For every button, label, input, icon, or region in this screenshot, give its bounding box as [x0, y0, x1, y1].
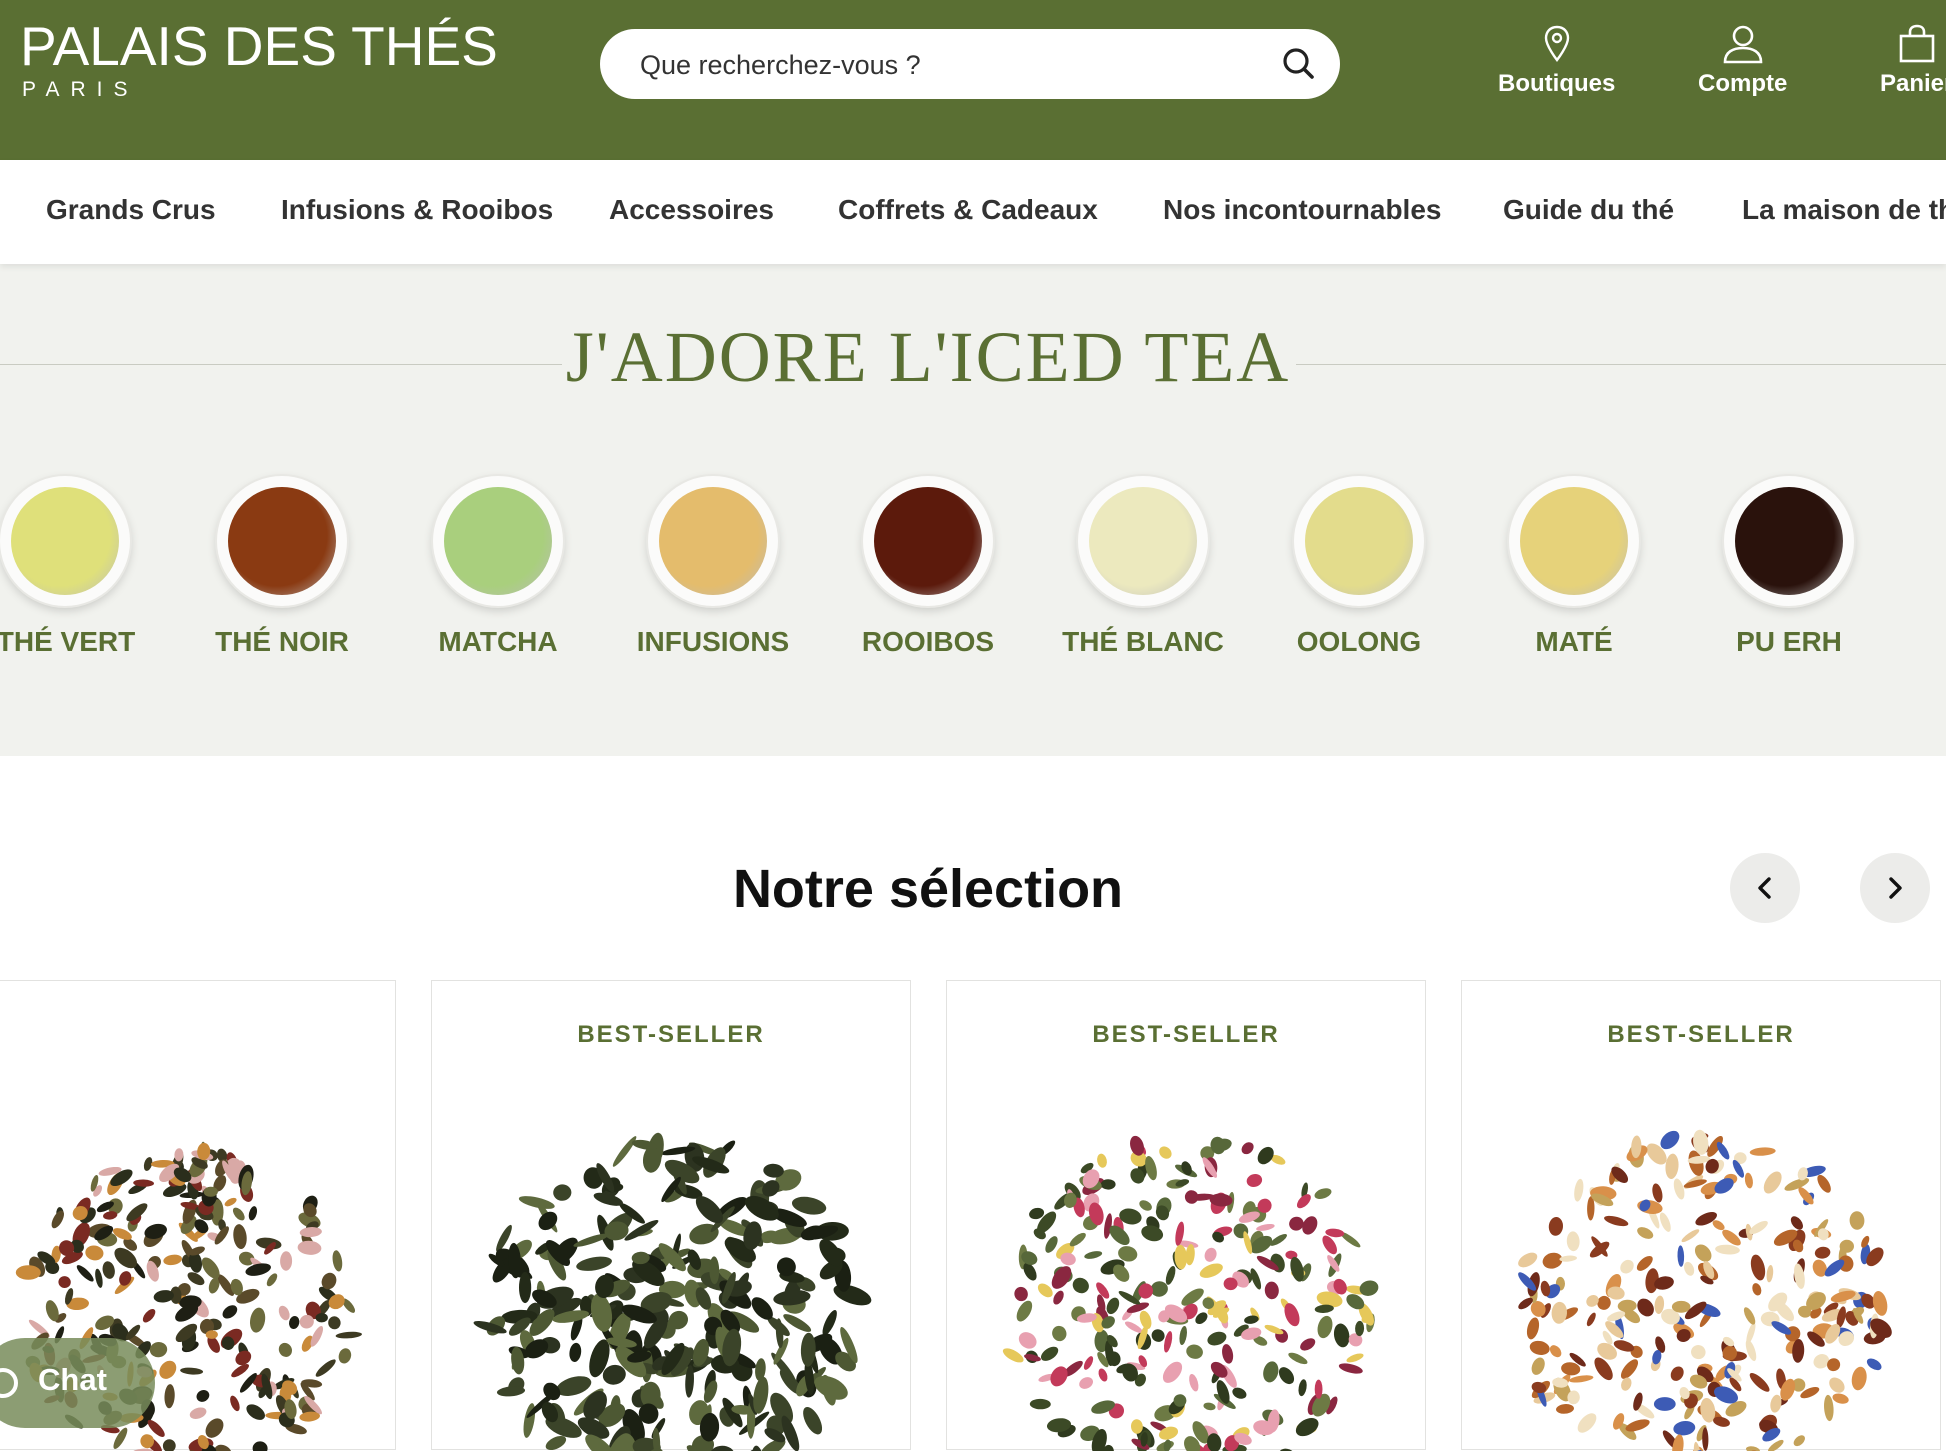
product-image	[967, 1081, 1407, 1451]
carousel-prev-button[interactable]	[1730, 853, 1800, 923]
nav-infusions-rooibos[interactable]: Infusions & Rooibos	[281, 194, 553, 226]
main-nav: Grands Crus Infusions & Rooibos Accessoi…	[0, 160, 1946, 264]
tea-liquid	[11, 487, 119, 595]
selection-title: Notre sélection	[0, 858, 1856, 920]
chat-button[interactable]: Chat	[0, 1338, 155, 1428]
product-badge: BEST-SELLER	[1462, 1021, 1940, 1049]
shopping-bag-icon	[1897, 24, 1937, 64]
account-link[interactable]: Compte	[1698, 24, 1787, 98]
category-matcha[interactable]: MATCHA	[388, 626, 608, 658]
cup-the-noir[interactable]	[217, 476, 347, 606]
category-infusions[interactable]: INFUSIONS	[603, 626, 823, 658]
brand-logo[interactable]: PALAIS DES THÉS PARIS	[20, 14, 498, 102]
cup-the-vert[interactable]	[0, 476, 130, 606]
user-icon	[1721, 24, 1765, 64]
cup-the-blanc[interactable]	[1078, 476, 1208, 606]
tea-liquid	[444, 487, 552, 595]
iced-tea-title: J'ADORE L'ICED TEA	[0, 316, 1856, 399]
category-pu-erh[interactable]: PU ERH	[1679, 626, 1899, 658]
cup-matcha[interactable]	[433, 476, 563, 606]
cart-link[interactable]: Panier	[1880, 24, 1946, 98]
search-icon	[1280, 45, 1318, 83]
category-rooibos[interactable]: ROOIBOS	[818, 626, 1038, 658]
cup-oolong[interactable]	[1294, 476, 1424, 606]
chevron-right-icon	[1882, 875, 1908, 901]
map-pin-icon	[1542, 24, 1572, 64]
chevron-left-icon	[1752, 875, 1778, 901]
account-label: Compte	[1698, 70, 1787, 97]
tea-liquid	[874, 487, 982, 595]
nav-guide-du-the[interactable]: Guide du thé	[1503, 194, 1674, 226]
nav-incontournables[interactable]: Nos incontournables	[1163, 194, 1441, 226]
tea-liquid	[1305, 487, 1413, 595]
category-oolong[interactable]: OOLONG	[1249, 626, 1469, 658]
cup-pu-erh[interactable]	[1724, 476, 1854, 606]
product-image	[452, 1081, 892, 1451]
category-the-vert[interactable]: THÉ VERT	[0, 626, 176, 658]
brand-name: PALAIS DES THÉS	[20, 14, 498, 78]
product-image	[1482, 1081, 1922, 1451]
site-header: PALAIS DES THÉS PARIS Boutiques Compte	[0, 0, 1946, 160]
product-card[interactable]: BEST-SELLER	[946, 980, 1426, 1450]
cup-infusions[interactable]	[648, 476, 778, 606]
boutiques-link[interactable]: Boutiques	[1498, 24, 1615, 98]
cup-rooibos[interactable]	[863, 476, 993, 606]
boutiques-label: Boutiques	[1498, 70, 1615, 97]
tea-liquid	[1735, 487, 1843, 595]
cart-label: Panier	[1880, 70, 1946, 97]
nav-maison-de-the[interactable]: La maison de thé	[1742, 194, 1946, 226]
nav-grands-crus[interactable]: Grands Crus	[46, 194, 216, 226]
category-the-noir[interactable]: THÉ NOIR	[172, 626, 392, 658]
search-bar	[600, 29, 1340, 99]
product-card[interactable]: BEST-SELLER	[431, 980, 911, 1450]
tea-liquid	[1089, 487, 1197, 595]
tea-liquid	[1520, 487, 1628, 595]
product-badge: BEST-SELLER	[947, 1021, 1425, 1049]
search-input[interactable]	[638, 29, 1242, 101]
chat-label: Chat	[38, 1362, 107, 1398]
nav-coffrets-cadeaux[interactable]: Coffrets & Cadeaux	[838, 194, 1098, 226]
product-badge: BEST-SELLER	[432, 1021, 910, 1049]
chat-icon	[0, 1368, 18, 1398]
search-button[interactable]	[1280, 45, 1318, 83]
cup-mate[interactable]	[1509, 476, 1639, 606]
category-mate[interactable]: MATÉ	[1464, 626, 1684, 658]
nav-accessoires[interactable]: Accessoires	[609, 194, 774, 226]
carousel-next-button[interactable]	[1860, 853, 1930, 923]
category-the-blanc[interactable]: THÉ BLANC	[1033, 626, 1253, 658]
iced-tea-section: J'ADORE L'ICED TEA THÉ VERT THÉ NOIR MAT…	[0, 264, 1946, 756]
tea-liquid	[228, 487, 336, 595]
product-card[interactable]: BEST-SELLER	[1461, 980, 1941, 1450]
tea-liquid	[659, 487, 767, 595]
brand-city: PARIS	[20, 78, 498, 102]
